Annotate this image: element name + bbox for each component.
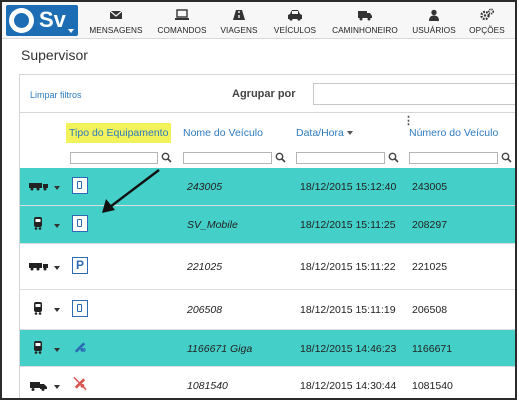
table-row[interactable]: 243005 18/12/2015 15:12:40 243005 xyxy=(20,168,515,206)
datetime-cell: 18/12/2015 14:30:44 xyxy=(300,380,397,392)
logo-text: Sv xyxy=(39,7,66,32)
sort-descending-icon xyxy=(346,131,353,136)
table-row[interactable]: 206508 18/12/2015 15:11:19 206508 xyxy=(20,290,515,330)
table-row[interactable]: 1081540 18/12/2015 14:30:44 1081540 xyxy=(20,367,515,398)
clear-filters-link[interactable]: Limpar filtros xyxy=(30,90,82,100)
laptop-icon xyxy=(175,9,189,20)
column-header-nome-veiculo[interactable]: Nome do Veículo xyxy=(183,127,263,139)
truck-icon xyxy=(29,263,48,271)
chevron-down-icon xyxy=(68,29,74,33)
supervisor-grid-panel: Limpar filtros Agrupar por ⋮ Tipo do Equ… xyxy=(19,74,515,398)
gears-icon xyxy=(480,8,494,21)
datetime-cell: 18/12/2015 15:12:40 xyxy=(300,181,397,193)
nav-viagens[interactable]: VIAGENS xyxy=(217,5,261,37)
datetime-cell: 18/12/2015 15:11:22 xyxy=(300,261,396,273)
chevron-down-icon[interactable] xyxy=(54,385,60,389)
filter-input-numero-veiculo[interactable] xyxy=(409,152,498,164)
page-title: Supervisor xyxy=(21,47,88,63)
top-navigation-bar: Sv MENSAGENS COMANDOS VIAGENS VEÍCULOS C… xyxy=(2,2,515,39)
search-icon[interactable] xyxy=(501,152,512,163)
column-header-tipo-equipamento[interactable]: Tipo do Equipamento xyxy=(66,123,172,143)
truck-icon xyxy=(29,183,48,191)
chevron-down-icon[interactable] xyxy=(54,266,60,270)
filter-input-tipo-equipamento[interactable] xyxy=(70,152,158,164)
table-row[interactable]: 1166671 Giga 18/12/2015 14:46:23 1166671 xyxy=(20,330,515,367)
chevron-down-icon[interactable] xyxy=(54,224,60,228)
vehicle-number-cell: 206508 xyxy=(412,304,448,316)
chevron-down-icon[interactable] xyxy=(54,348,60,352)
bus-icon xyxy=(34,341,42,354)
datetime-cell: 18/12/2015 15:11:25 xyxy=(300,219,396,231)
filter-input-nome-veiculo[interactable] xyxy=(183,152,272,164)
vehicle-name-cell: 221025 xyxy=(187,261,223,273)
table-row[interactable]: P 221025 18/12/2015 15:11:22 221025 xyxy=(20,244,515,290)
nav-label: VEÍCULOS xyxy=(273,26,317,35)
table-row[interactable]: SV_Mobile 18/12/2015 15:11:25 208297 xyxy=(20,206,515,244)
vehicle-number-cell: 243005 xyxy=(412,181,448,193)
search-icon[interactable] xyxy=(161,152,172,163)
nav-opcoes[interactable]: OPÇÕES xyxy=(466,5,508,37)
column-menu-icon[interactable]: ⋮ xyxy=(403,114,414,127)
bus-icon xyxy=(34,217,42,230)
app-logo-menu[interactable]: Sv xyxy=(6,5,78,36)
mobile-phone-icon xyxy=(72,177,88,194)
vehicle-number-cell: 221025 xyxy=(412,261,448,273)
nav-label: USUÁRIOS xyxy=(412,26,456,35)
group-by-label: Agrupar por xyxy=(232,88,296,100)
nav-veiculos[interactable]: VEÍCULOS xyxy=(270,5,320,37)
nav-caminhoneiro[interactable]: CAMINHONEIRO xyxy=(329,5,401,37)
car-icon xyxy=(288,10,302,21)
nav-label: CAMINHONEIRO xyxy=(332,26,398,35)
column-header-label: Data/Hora xyxy=(296,127,344,139)
nav-usuarios[interactable]: USUÁRIOS xyxy=(409,5,459,37)
satellite-disabled-icon xyxy=(72,375,88,392)
vehicle-number-cell: 1081540 xyxy=(412,380,453,392)
grid-toolbar: Limpar filtros Agrupar por xyxy=(20,75,515,113)
vehicle-name-cell: 1081540 xyxy=(187,380,228,392)
filter-input-data-hora[interactable] xyxy=(296,152,385,164)
mobile-phone-icon xyxy=(72,215,88,232)
road-icon xyxy=(233,10,245,20)
vehicle-number-cell: 1166671 xyxy=(412,343,453,355)
app-window: Sv MENSAGENS COMANDOS VIAGENS VEÍCULOS C… xyxy=(0,0,517,400)
datetime-cell: 18/12/2015 14:46:23 xyxy=(300,343,397,355)
column-header-data-hora[interactable]: Data/Hora xyxy=(296,127,353,139)
satellite-icon xyxy=(72,339,88,356)
envelope-icon xyxy=(109,10,123,19)
nav-mensagens[interactable]: MENSAGENS xyxy=(86,5,146,37)
vehicle-name-cell: SV_Mobile xyxy=(187,219,238,231)
logo-badge-icon xyxy=(9,8,34,33)
search-icon[interactable] xyxy=(388,152,399,163)
vehicle-number-cell: 208297 xyxy=(412,219,448,231)
nav-label: MENSAGENS xyxy=(89,26,143,35)
vehicle-name-cell: 206508 xyxy=(187,304,223,316)
small-truck-icon xyxy=(30,382,47,391)
user-icon xyxy=(429,9,439,21)
vehicle-name-cell: 243005 xyxy=(187,181,223,193)
vehicle-name-cell: 1166671 Giga xyxy=(187,343,253,355)
bus-icon xyxy=(34,302,42,315)
mobile-phone-icon xyxy=(72,300,88,317)
datetime-cell: 18/12/2015 15:11:19 xyxy=(300,304,396,316)
nav-label: COMANDOS xyxy=(157,26,207,35)
nav-label: OPÇÕES xyxy=(469,26,505,35)
grid-header: ⋮ Tipo do Equipamento Nome do Veículo Da… xyxy=(20,114,515,172)
truck-icon xyxy=(358,11,372,21)
search-icon[interactable] xyxy=(275,152,286,163)
chevron-down-icon[interactable] xyxy=(54,308,60,312)
nav-comandos[interactable]: COMANDOS xyxy=(155,5,209,37)
column-header-numero-veiculo[interactable]: Número do Veículo xyxy=(409,127,498,139)
parking-p-icon: P xyxy=(72,257,88,274)
group-by-dropzone[interactable] xyxy=(313,83,515,105)
nav-label: VIAGENS xyxy=(220,26,258,35)
chevron-down-icon[interactable] xyxy=(54,186,60,190)
